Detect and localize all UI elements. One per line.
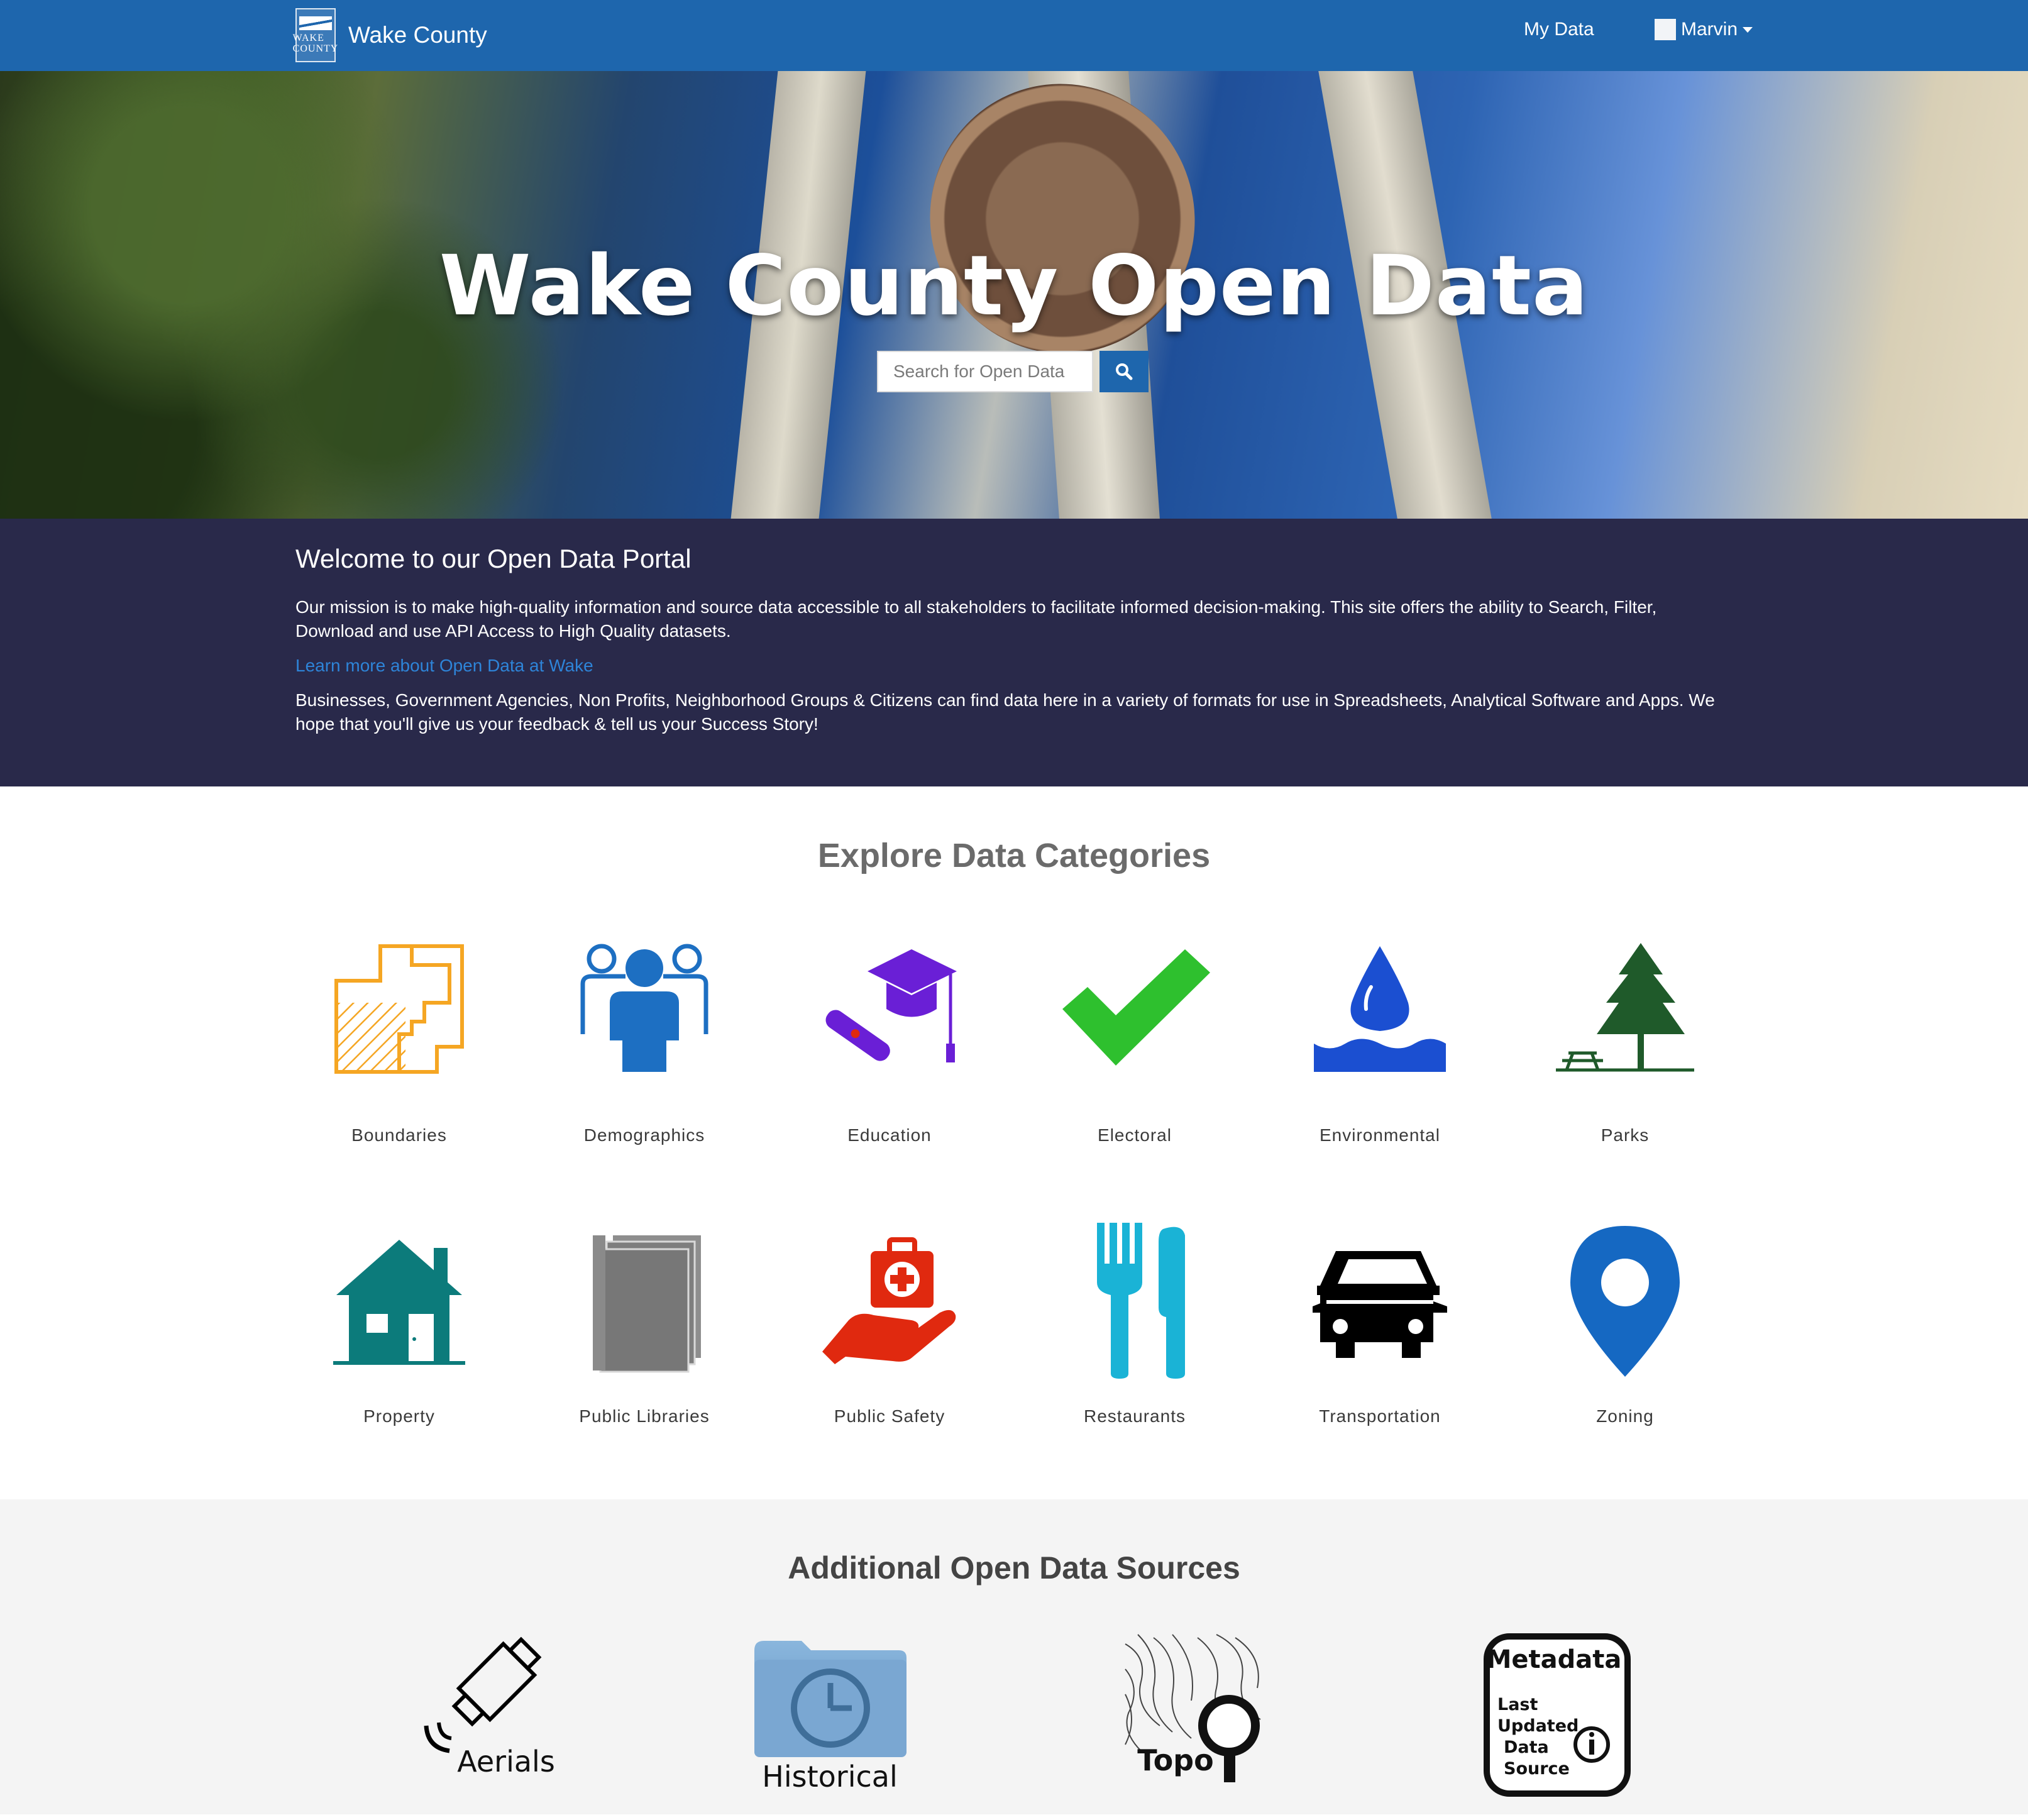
additional-sources-title: Additional Open Data Sources: [788, 1550, 1240, 1586]
map-pin-icon: [1570, 1226, 1680, 1377]
metadata-line: Source: [1504, 1759, 1570, 1779]
category-education[interactable]: Education: [805, 937, 974, 1145]
logo-flag-icon: [299, 16, 332, 30]
category-electoral[interactable]: Electoral: [1050, 937, 1220, 1145]
category-demographics[interactable]: Demographics: [559, 937, 729, 1145]
user-name: Marvin: [1681, 19, 1738, 40]
category-label: Zoning: [1596, 1406, 1654, 1426]
welcome-heading: Welcome to our Open Data Portal: [295, 544, 692, 573]
audience-text: Businesses, Government Agencies, Non Pro…: [295, 690, 1715, 734]
category-label: Boundaries: [351, 1125, 447, 1145]
my-data-link[interactable]: My Data: [1524, 19, 1594, 40]
top-nav-bar: WAKE COUNTY Wake County My Data Marvin: [0, 0, 2028, 71]
category-public-libraries[interactable]: Public Libraries: [559, 1229, 729, 1426]
category-label: Education: [847, 1125, 932, 1145]
user-menu[interactable]: Marvin: [1655, 19, 1753, 40]
source-metadata[interactable]: Metadata Last Updated Data Source: [1479, 1631, 1636, 1820]
search-input[interactable]: [877, 351, 1093, 392]
categories-title: Explore Data Categories: [817, 837, 1211, 874]
category-label: Transportation: [1319, 1406, 1441, 1426]
first-aid-hand-icon: [822, 1237, 956, 1364]
avatar: [1655, 19, 1676, 40]
source-label: Historical: [762, 1760, 898, 1794]
additional-sources-section: Additional Open Data Sources Aerials His…: [0, 1499, 2028, 1814]
metadata-title: Metadata: [1486, 1645, 1622, 1674]
source-historical[interactable]: Historical: [751, 1631, 908, 1820]
metadata-line: Last: [1497, 1695, 1538, 1714]
wake-county-logo: WAKE COUNTY: [292, 8, 339, 62]
category-label: Demographics: [583, 1125, 705, 1145]
category-boundaries[interactable]: Boundaries: [314, 937, 484, 1145]
boundaries-icon: [334, 944, 464, 1074]
people-icon: [580, 944, 708, 1072]
logo-text: WAKE COUNTY: [292, 33, 339, 54]
house-icon: [333, 1240, 465, 1365]
category-label: Restaurants: [1084, 1406, 1186, 1426]
category-restaurants[interactable]: Restaurants: [1050, 1223, 1220, 1426]
source-topo[interactable]: Topo: [1119, 1631, 1276, 1820]
search-button[interactable]: [1099, 351, 1149, 392]
source-aerials[interactable]: Aerials: [405, 1631, 563, 1820]
category-label: Parks: [1601, 1125, 1650, 1145]
county-seal-image: [895, 71, 1230, 389]
category-parks[interactable]: Parks: [1540, 937, 1710, 1145]
learn-more-link[interactable]: Learn more about Open Data at Wake: [295, 656, 1735, 676]
category-label: Property: [363, 1406, 435, 1426]
fork-knife-icon: [1097, 1223, 1185, 1379]
car-icon: [1313, 1251, 1447, 1358]
books-icon: [593, 1235, 701, 1373]
mission-text: Our mission is to make high-quality info…: [295, 597, 1657, 641]
category-environmental[interactable]: Environmental: [1295, 937, 1465, 1145]
caret-down-icon: [1743, 26, 1753, 33]
category-label: Public Safety: [834, 1406, 945, 1426]
category-public-safety[interactable]: Public Safety: [805, 1229, 974, 1426]
site-title[interactable]: Wake County: [348, 22, 487, 48]
search-bar: [877, 351, 1149, 392]
category-zoning[interactable]: Zoning: [1540, 1226, 1710, 1426]
source-label: Aerials: [457, 1745, 555, 1779]
brand[interactable]: WAKE COUNTY Wake County: [292, 3, 487, 68]
water-drop-icon: [1314, 946, 1446, 1072]
checkmark-icon: [1062, 949, 1210, 1066]
category-transportation[interactable]: Transportation: [1295, 1229, 1465, 1426]
tree-icon: [1556, 943, 1694, 1072]
search-icon: [1116, 363, 1133, 380]
source-label: Topo: [1137, 1743, 1214, 1777]
welcome-section: Welcome to our Open Data Portal Our miss…: [0, 519, 2028, 786]
graduation-cap-icon: [824, 949, 957, 1063]
category-label: Electoral: [1098, 1125, 1172, 1145]
clock-folder-icon: [754, 1641, 907, 1757]
category-label: Environmental: [1320, 1125, 1440, 1145]
hero-title: Wake County Open Data: [439, 238, 1589, 334]
hero-banner: Wake County Open Data: [0, 71, 2028, 519]
category-label: Public Libraries: [579, 1406, 710, 1426]
category-property[interactable]: Property: [314, 1229, 484, 1426]
metadata-line: Updated: [1497, 1716, 1579, 1736]
metadata-line: Data: [1504, 1738, 1549, 1757]
